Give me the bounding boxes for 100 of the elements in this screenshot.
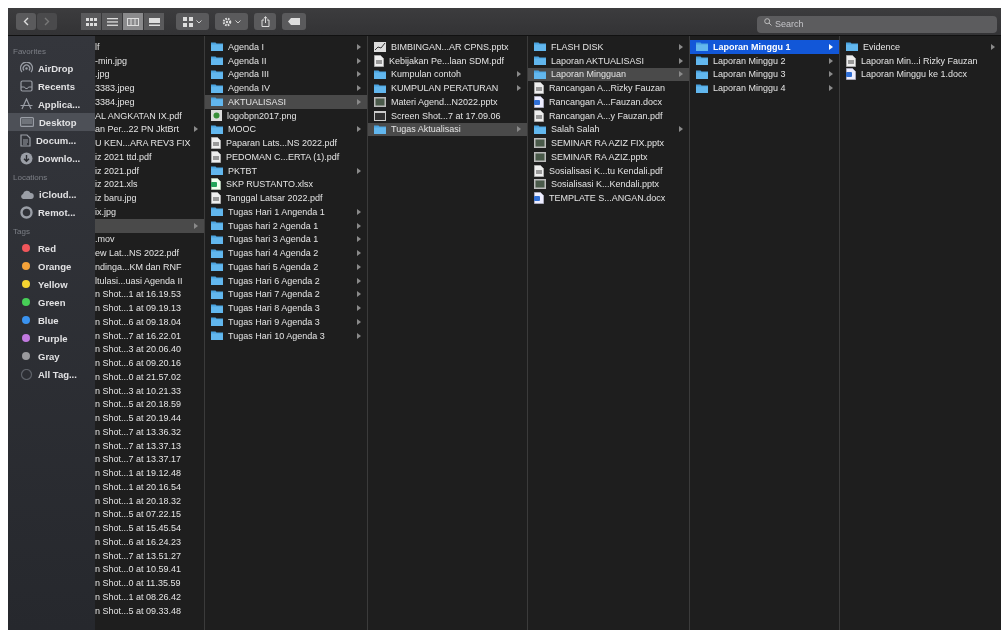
view-mode-button[interactable] <box>81 13 101 30</box>
file-row[interactable]: ltulasi...uasi Agenda II <box>95 273 204 288</box>
file-row[interactable]: .mov <box>95 232 204 247</box>
folder-row[interactable]: Laporan AKTUALISASI <box>528 53 689 68</box>
file-row[interactable]: n Shot...7 at 13.51.27 <box>95 548 204 563</box>
file-row[interactable]: n Shot...0 at 21.57.02 <box>95 370 204 384</box>
file-row[interactable]: n Shot...1 at 19.12.48 <box>95 466 204 480</box>
file-row[interactable]: iz 2021.pdf <box>95 163 204 178</box>
sidebar-item[interactable]: Desktop <box>8 113 95 131</box>
tag-item[interactable]: Gray <box>8 347 95 365</box>
file-row[interactable]: Laporan Min...i Rizky Fauzan <box>840 53 1001 68</box>
file-row[interactable]: SEMINAR RA AZIZ FIX.pptx <box>528 136 689 150</box>
sidebar-item[interactable]: iCloud... <box>8 185 95 203</box>
file-row[interactable]: iz 2021.xls <box>95 177 204 192</box>
file-row[interactable]: Rancangan A...Fauzan.docx <box>528 95 689 109</box>
folder-row[interactable]: Tugas hari 5 Agenda 2 <box>205 260 367 274</box>
sidebar-item[interactable]: Docum... <box>8 131 95 149</box>
file-row[interactable]: n Shot...7 at 13.37.13 <box>95 438 204 453</box>
folder-row[interactable]: Evidence <box>840 40 1001 54</box>
file-row[interactable]: iz 2021 ttd.pdf <box>95 150 204 164</box>
file-row[interactable]: n Shot...1 at 20.18.32 <box>95 493 204 508</box>
file-row[interactable]: n Shot...3 at 10.21.33 <box>95 383 204 398</box>
folder-row[interactable]: Agenda II <box>205 53 367 68</box>
folder-row[interactable]: Tugas Hari 8 Agenda 3 <box>205 301 367 315</box>
file-row[interactable]: AL ANGKATAN IX.pdf <box>95 108 204 123</box>
file-row[interactable]: n Shot...6 at 09.18.04 <box>95 315 204 329</box>
file-row[interactable]: n Shot...1 at 20.16.54 <box>95 480 204 494</box>
folder-row[interactable]: Laporan Mingguan <box>528 67 689 82</box>
tag-item[interactable]: All Tag... <box>8 365 95 383</box>
file-row[interactable]: BIMBINGAN...AR CPNS.pptx <box>368 40 527 54</box>
folder-row[interactable]: Tugas Hari 9 Agenda 3 <box>205 315 367 329</box>
file-row[interactable]: logobpn2017.png <box>205 108 367 123</box>
file-row[interactable]: n Shot...1 at 08.26.42 <box>95 590 204 604</box>
file-row[interactable]: n Shot...5 at 20.19.44 <box>95 411 204 425</box>
sidebar-item[interactable]: Downlo... <box>8 149 95 167</box>
action-button[interactable] <box>215 13 248 30</box>
search-field[interactable]: Search <box>757 15 997 33</box>
folder-row[interactable]: KUMPULAN PERATURAN <box>368 81 527 95</box>
view-mode-button[interactable] <box>102 13 122 30</box>
file-row[interactable]: n Shot...6 at 16.24.23 <box>95 535 204 549</box>
tag-item[interactable]: Purple <box>8 329 95 347</box>
folder-row[interactable]: PKTBT <box>205 163 367 178</box>
folder-row[interactable]: Tugas Hari 10 Agenda 3 <box>205 328 367 343</box>
file-row[interactable]: ew Lat...NS 2022.pdf <box>95 246 204 260</box>
folder-row[interactable]: Laporan Minggu 3 <box>690 67 839 82</box>
file-row[interactable]: .jpg <box>95 67 204 82</box>
share-button[interactable] <box>254 13 276 30</box>
file-row[interactable]: SKP RUSTANTO.xlsx <box>205 177 367 192</box>
file-row[interactable]: 3384.jpeg <box>95 95 204 109</box>
file-row[interactable]: Rancangan A...Rizky Fauzan <box>528 81 689 95</box>
file-row[interactable]: n Shot...7 at 13.37.17 <box>95 452 204 467</box>
file-row[interactable]: n Shot...0 at 10.59.41 <box>95 562 204 577</box>
file-row[interactable]: n Shot...7 at 16.22.01 <box>95 328 204 343</box>
file-row[interactable]: n Shot...6 at 09.20.16 <box>95 356 204 370</box>
folder-row[interactable]: Salah Salah <box>528 122 689 137</box>
file-row[interactable]: n Shot...5 at 15.45.54 <box>95 521 204 535</box>
folder-row[interactable]: Kumpulan contoh <box>368 67 527 82</box>
file-row[interactable]: Materi Agend...N2022.pptx <box>368 95 527 109</box>
sidebar-item[interactable]: Remot... <box>8 203 95 221</box>
file-row[interactable]: n Shot...0 at 11.35.59 <box>95 576 204 590</box>
folder-row[interactable]: Tugas hari 4 Agenda 2 <box>205 246 367 260</box>
tag-item[interactable]: Red <box>8 239 95 257</box>
folder-row[interactable]: Tugas Hari 6 Agenda 2 <box>205 273 367 288</box>
folder-row[interactable]: Agenda I <box>205 40 367 54</box>
tag-item[interactable]: Orange <box>8 257 95 275</box>
file-row[interactable]: PEDOMAN C...ERTA (1).pdf <box>205 150 367 164</box>
file-row[interactable]: Kebijakan Pe...laan SDM.pdf <box>368 53 527 68</box>
file-row[interactable]: TEMPLATE S...ANGAN.docx <box>528 191 689 205</box>
sidebar-item[interactable]: AirDrop <box>8 59 95 77</box>
folder-row[interactable]: FLASH DISK <box>528 40 689 54</box>
file-row[interactable]: n Shot...1 at 09.19.13 <box>95 301 204 315</box>
file-row[interactable]: -min.jpg <box>95 53 204 68</box>
folder-row[interactable]: Agenda III <box>205 67 367 82</box>
file-row[interactable]: n Shot...1 at 16.19.53 <box>95 287 204 302</box>
folder-row[interactable]: Tugas hari 2 Agenda 1 <box>205 218 367 233</box>
file-row[interactable]: Tanggal Latsar 2022.pdf <box>205 191 367 205</box>
sidebar-item[interactable]: Applica... <box>8 95 95 113</box>
folder-row[interactable]: Tugas hari 3 Agenda 1 <box>205 232 367 247</box>
file-row[interactable]: ix.jpg <box>95 205 204 219</box>
folder-row[interactable]: Tugas Aktualisasi <box>368 122 527 137</box>
folder-row[interactable]: Tugas Hari 1 Angenda 1 <box>205 205 367 219</box>
file-row[interactable]: 3383.jpeg <box>95 81 204 95</box>
folder-row[interactable]: Tugas Hari 7 Agenda 2 <box>205 287 367 302</box>
file-row[interactable]: U KEN...ARA REV3 FIX <box>95 136 204 150</box>
view-mode-button[interactable] <box>123 13 143 30</box>
group-button[interactable] <box>176 13 209 30</box>
file-row[interactable]: n Shot...3 at 20.06.40 <box>95 342 204 357</box>
file-row[interactable]: n Shot...5 at 09.33.48 <box>95 603 204 618</box>
folder-row[interactable]: AKTUALISASI <box>205 95 367 109</box>
file-row[interactable]: SEMINAR RA AZIZ.pptx <box>528 150 689 164</box>
file-row[interactable]: lf <box>95 40 204 54</box>
file-row[interactable]: n Shot...5 at 07.22.15 <box>95 507 204 522</box>
folder-row[interactable]: Laporan Minggu 2 <box>690 53 839 68</box>
sidebar-item[interactable]: Recents <box>8 77 95 95</box>
tag-item[interactable]: Blue <box>8 311 95 329</box>
file-row[interactable]: Sosialisasi K...tu Kendali.pdf <box>528 163 689 178</box>
tag-item[interactable]: Green <box>8 293 95 311</box>
file-row[interactable]: Rancangan A...y Fauzan.pdf <box>528 108 689 123</box>
view-mode-button[interactable] <box>144 13 164 30</box>
tag-item[interactable]: Yellow <box>8 275 95 293</box>
